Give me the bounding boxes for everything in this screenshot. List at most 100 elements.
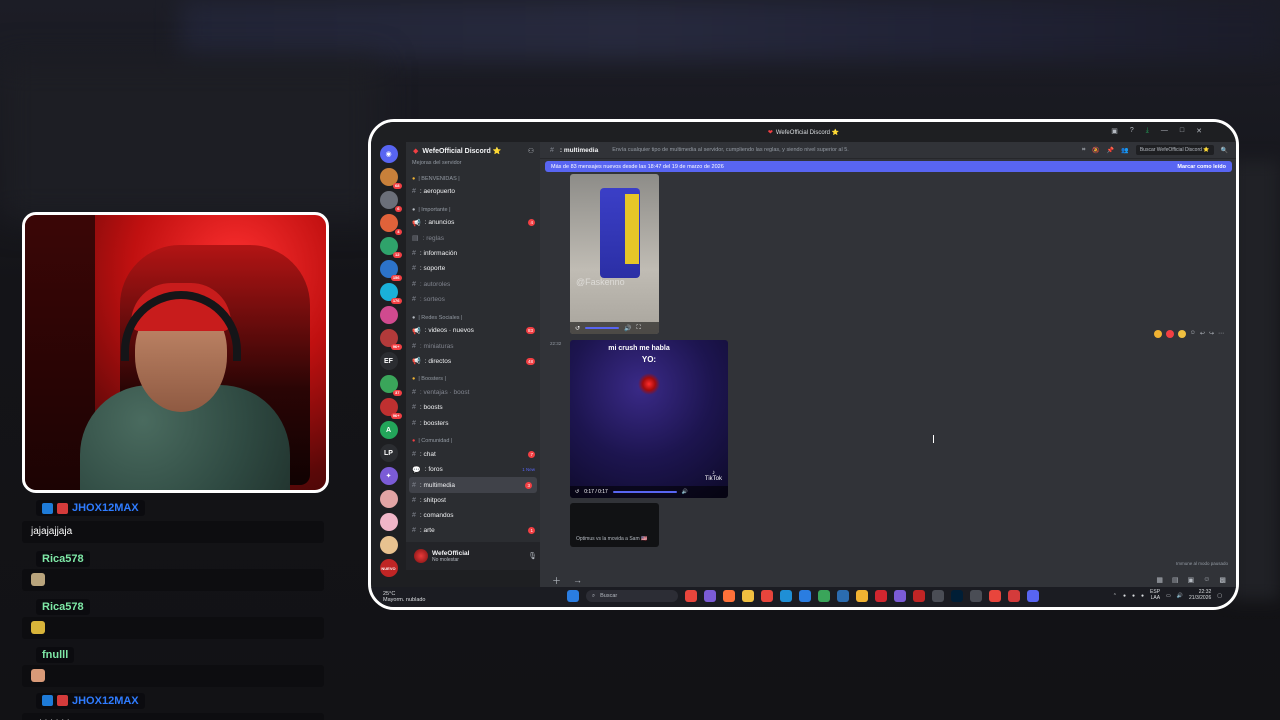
channel-reglas[interactable]: ▤: reglas bbox=[406, 231, 540, 246]
channel-videos[interactable]: 📢: videos · nuevos 83 bbox=[406, 323, 540, 338]
microphone-icon[interactable]: 🎙 bbox=[528, 552, 537, 560]
notification-bell-icon[interactable]: 🔕 bbox=[1092, 147, 1099, 154]
discord-home-icon[interactable]: ◉ bbox=[379, 145, 398, 163]
category-redes[interactable]: ● | Redes Sociales | bbox=[406, 312, 540, 323]
channel-miniaturas[interactable]: #: miniaturas bbox=[406, 338, 540, 353]
app-icon[interactable] bbox=[704, 590, 716, 602]
channel-anuncios[interactable]: 📢: anuncios 4 bbox=[406, 215, 540, 230]
reply-icon[interactable]: ↩ bbox=[1200, 330, 1205, 338]
category-comunidad[interactable]: ● | Comunidad | bbox=[406, 436, 540, 447]
server-icon[interactable]: 6 bbox=[379, 191, 402, 212]
channel-multimedia[interactable]: #: multimedia 3 bbox=[409, 477, 537, 493]
more-icon[interactable]: ⋯ bbox=[1218, 330, 1224, 338]
notification-icon[interactable]: ▢ bbox=[1217, 593, 1222, 599]
member-list-icon[interactable]: 👥 bbox=[1121, 147, 1128, 154]
browser-icon[interactable] bbox=[761, 590, 773, 602]
server-boost-goal[interactable]: Mejoras del servidor bbox=[406, 157, 540, 168]
forward-icon[interactable]: ↪ bbox=[1209, 330, 1214, 338]
emoji-icon[interactable]: ☺ bbox=[1203, 576, 1210, 584]
download-icon[interactable]: ⤓ bbox=[1146, 127, 1149, 135]
channel-autoroles[interactable]: #: autoroles bbox=[406, 276, 540, 291]
category-boosters[interactable]: ● | Boosters | bbox=[406, 374, 540, 385]
channel-boosters[interactable]: #: boosters bbox=[406, 416, 540, 431]
video-attachment[interactable]: mi crush me habla YO: ♪ TikTok ↺ 0:17 / 0… bbox=[570, 340, 728, 498]
tray-app-icon[interactable]: ● bbox=[1141, 593, 1144, 599]
weather-widget[interactable]: 25°C Mayorm. nublado bbox=[383, 591, 426, 603]
clock[interactable]: 22:32 21/3/2026 bbox=[1189, 589, 1211, 601]
channel-informacion[interactable]: #: información bbox=[406, 246, 540, 261]
channel-comandos[interactable]: #: comandos bbox=[406, 508, 540, 523]
channel-arte[interactable]: #: arte 1 bbox=[406, 523, 540, 538]
edge-icon[interactable] bbox=[780, 590, 792, 602]
reaction-emoji-icon[interactable] bbox=[1177, 330, 1186, 338]
channel-aeropuerto[interactable]: #: aeropuerto bbox=[406, 184, 540, 199]
app-icon[interactable] bbox=[799, 590, 811, 602]
video-progress-bar[interactable] bbox=[612, 491, 677, 493]
reaction-emoji-icon[interactable] bbox=[1153, 330, 1162, 338]
threads-icon[interactable]: ⌗ bbox=[1082, 147, 1085, 154]
channel-ventajas[interactable]: #: ventajas · boost bbox=[406, 385, 540, 400]
channel-boosts[interactable]: #: boosts bbox=[406, 400, 540, 415]
server-icon[interactable]: 96+ bbox=[379, 329, 402, 350]
network-icon[interactable]: ▭ bbox=[1166, 593, 1171, 599]
inbox-icon[interactable]: ▣ bbox=[1111, 127, 1118, 135]
server-icon-ef[interactable]: EF bbox=[379, 352, 398, 370]
chrome-icon[interactable] bbox=[989, 590, 1001, 602]
add-attachment-icon[interactable]: ＋ bbox=[552, 574, 561, 587]
apps-icon[interactable]: ▩ bbox=[1219, 576, 1226, 584]
taskbar-search[interactable]: ⌕ Buscar bbox=[586, 590, 678, 602]
volume-slider[interactable] bbox=[585, 327, 620, 329]
app-icon[interactable] bbox=[856, 590, 868, 602]
server-icon-nuevo[interactable]: NUEVO bbox=[379, 559, 398, 577]
add-reaction-icon[interactable]: ☺ bbox=[1190, 330, 1196, 338]
channel-foros[interactable]: 💬: foros 1 New bbox=[406, 462, 540, 477]
app-icon[interactable] bbox=[818, 590, 830, 602]
sticker-icon[interactable]: ▣ bbox=[1188, 576, 1195, 584]
server-icon[interactable] bbox=[379, 513, 398, 531]
channel-chat[interactable]: #: chat 7 bbox=[406, 447, 540, 462]
server-icon[interactable]: 156 bbox=[379, 260, 402, 281]
category-bienvenidas[interactable]: ● | BENVENIDAS | bbox=[406, 173, 540, 184]
channel-directos[interactable]: 📢: directos 48 bbox=[406, 354, 540, 369]
tray-chevron-icon[interactable]: ⌃ bbox=[1113, 593, 1117, 599]
replay-icon[interactable]: ↺ bbox=[575, 325, 580, 332]
tray-app-icon[interactable]: ● bbox=[1132, 593, 1135, 599]
windows-start-icon[interactable] bbox=[567, 590, 579, 602]
new-messages-bar[interactable]: Más de 83 mensajes nuevos desde las 18:4… bbox=[545, 161, 1232, 172]
channel-topic[interactable]: Envía cualquier tipo de multimedia al se… bbox=[612, 147, 849, 153]
firefox-icon[interactable] bbox=[723, 590, 735, 602]
server-icon[interactable] bbox=[379, 306, 398, 324]
app-icon[interactable] bbox=[970, 590, 982, 602]
replay-icon[interactable]: ↺ bbox=[575, 489, 579, 495]
pin-icon[interactable]: 📌 bbox=[1107, 147, 1114, 154]
app-icon[interactable] bbox=[1008, 590, 1020, 602]
embed-preview[interactable]: Optimus vs la movida a Sam 🇺🇸 bbox=[570, 503, 659, 547]
minimize-button[interactable]: — bbox=[1161, 127, 1168, 135]
app-icon[interactable] bbox=[932, 590, 944, 602]
language-indicator[interactable]: ESP LAA bbox=[1150, 589, 1160, 601]
server-icon[interactable]: 68 bbox=[379, 168, 402, 189]
channel-sorteos[interactable]: #: sorteos bbox=[406, 292, 540, 307]
inbox-icon[interactable]: 🔍 bbox=[1221, 147, 1228, 154]
category-importante[interactable]: ● | Importante | bbox=[406, 204, 540, 215]
server-icon-lp[interactable]: LP bbox=[379, 444, 398, 462]
maximize-button[interactable]: □ bbox=[1180, 127, 1184, 135]
avatar[interactable] bbox=[414, 549, 428, 563]
discord-taskbar-icon[interactable] bbox=[1027, 590, 1039, 602]
server-icon[interactable]: 37 bbox=[379, 375, 402, 396]
help-icon[interactable]: ? bbox=[1130, 127, 1134, 135]
tray-app-icon[interactable]: ● bbox=[1123, 593, 1126, 599]
channel-shitpost[interactable]: #: shitpost bbox=[406, 493, 540, 508]
app-icon[interactable] bbox=[875, 590, 887, 602]
server-icon[interactable]: 96+ bbox=[379, 398, 402, 419]
photoshop-icon[interactable] bbox=[951, 590, 963, 602]
server-icon[interactable]: ✦ bbox=[379, 467, 398, 485]
server-icon[interactable]: 12 bbox=[379, 237, 402, 258]
channel-soporte[interactable]: #: soporte bbox=[406, 261, 540, 276]
video-attachment[interactable]: @Faskenno ↺ 🔊 ⛶ bbox=[570, 174, 659, 334]
server-icon[interactable] bbox=[379, 490, 398, 508]
file-explorer-icon[interactable] bbox=[742, 590, 754, 602]
server-icon-a[interactable]: A bbox=[379, 421, 398, 439]
server-icon[interactable]: 4 bbox=[379, 214, 402, 235]
davinci-icon[interactable] bbox=[913, 590, 925, 602]
